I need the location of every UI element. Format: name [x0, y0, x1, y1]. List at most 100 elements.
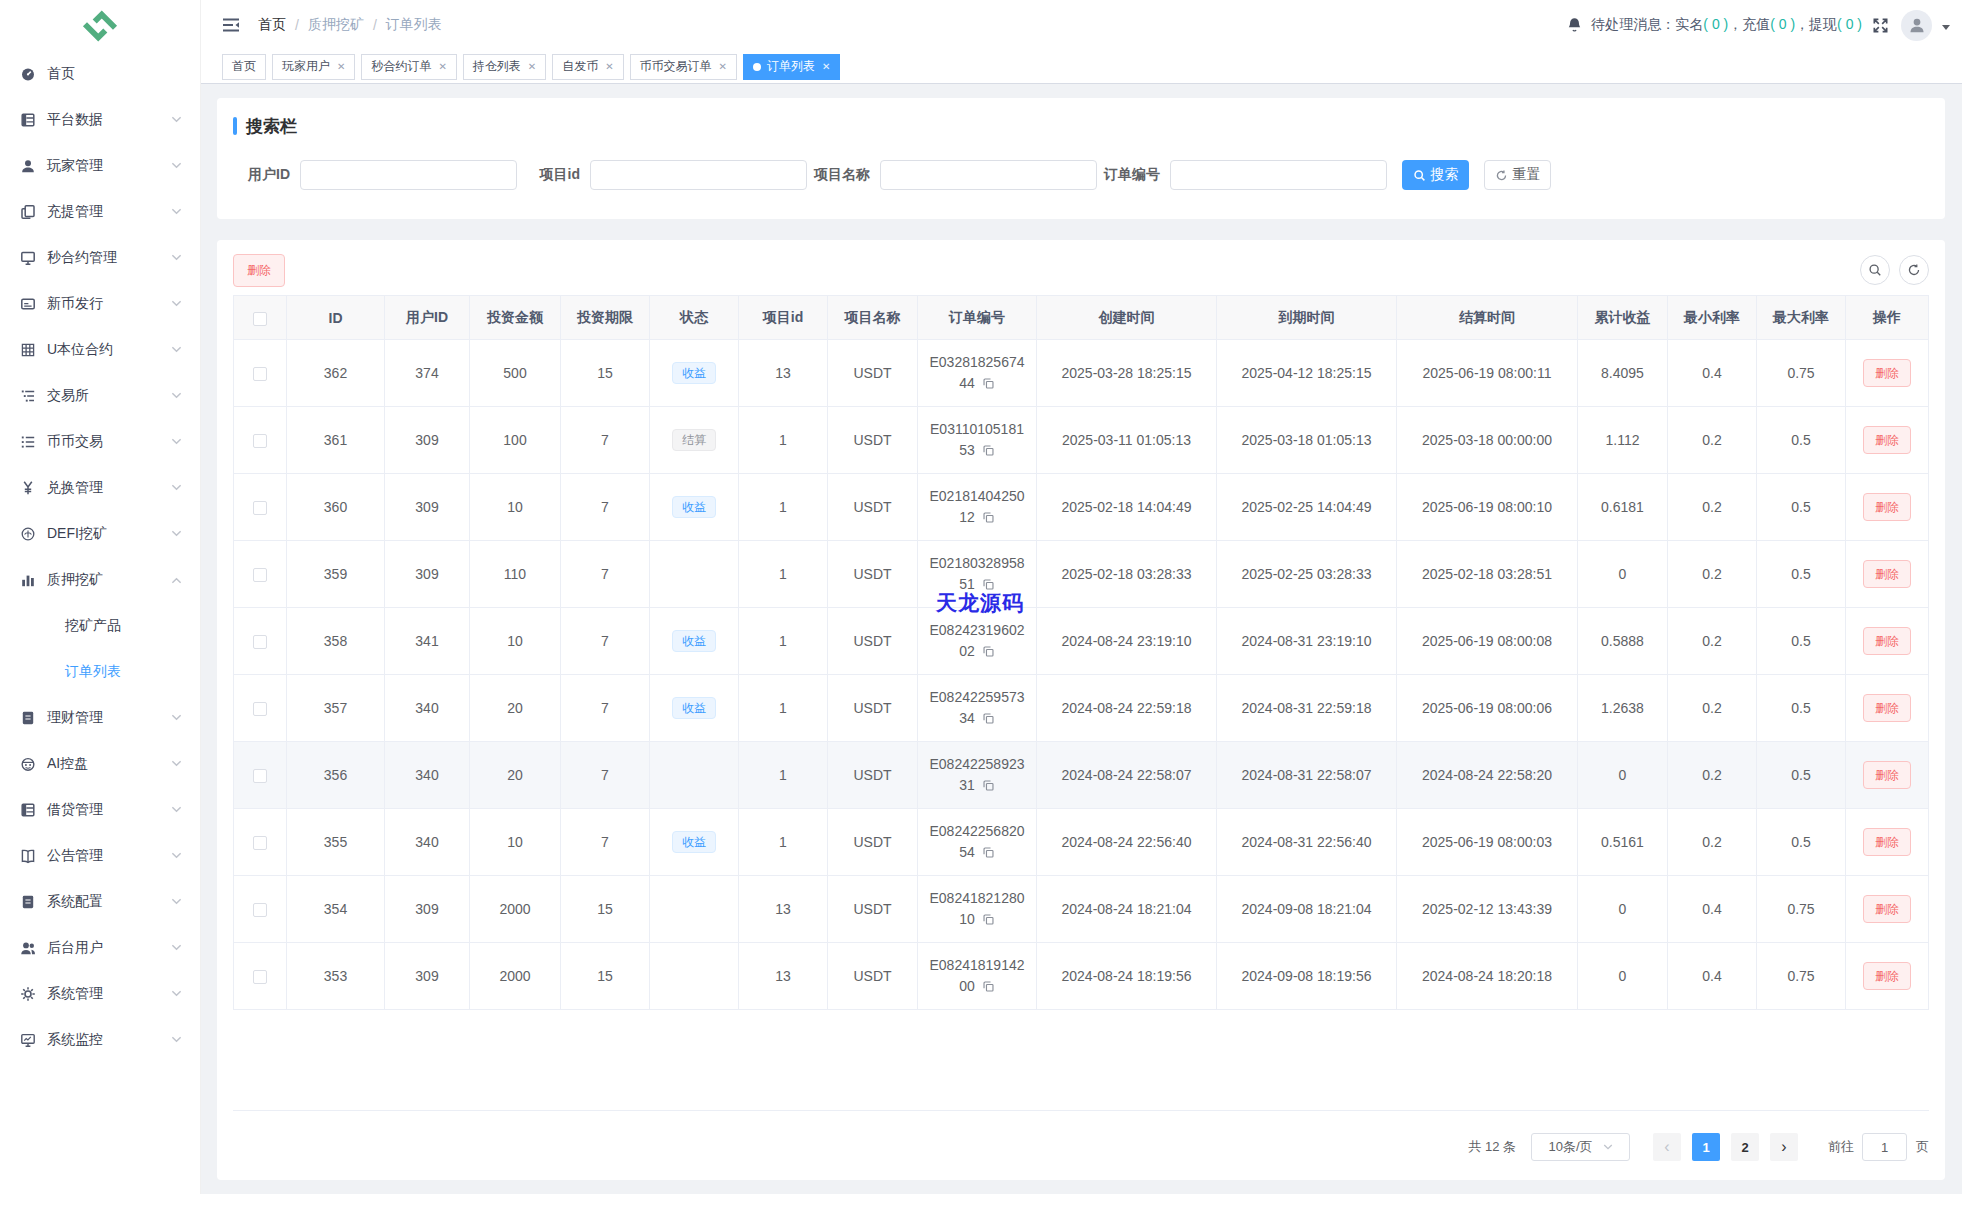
- reset-button[interactable]: 重置: [1484, 160, 1551, 190]
- sidebar-subitem-订单列表[interactable]: 订单列表: [0, 649, 200, 695]
- page-button-1[interactable]: 1: [1692, 1133, 1720, 1161]
- prev-page-button[interactable]: ‹: [1653, 1133, 1681, 1161]
- page-button-2[interactable]: 2: [1731, 1133, 1759, 1161]
- row-delete-button[interactable]: 删除: [1863, 962, 1911, 990]
- sidebar-item-质押挖矿[interactable]: 质押挖矿: [0, 557, 200, 603]
- row-checkbox[interactable]: [253, 836, 267, 850]
- copy-icon[interactable]: [982, 710, 995, 723]
- page-size-select[interactable]: 10条/页: [1531, 1133, 1630, 1161]
- table-refresh-icon[interactable]: [1899, 255, 1929, 285]
- select-all-checkbox[interactable]: [253, 312, 267, 326]
- search-button[interactable]: 搜索: [1402, 160, 1469, 190]
- row-checkbox[interactable]: [253, 635, 267, 649]
- cell-pname: USDT: [828, 608, 918, 675]
- sidebar-item-交易所[interactable]: 交易所: [0, 373, 200, 419]
- sidebar-item-AI控盘[interactable]: AI控盘: [0, 741, 200, 787]
- cell-profit: 0: [1578, 943, 1668, 1010]
- copy-icon[interactable]: [982, 978, 995, 991]
- row-delete-button[interactable]: 删除: [1863, 359, 1911, 387]
- row-delete-button[interactable]: 删除: [1863, 828, 1911, 856]
- row-checkbox[interactable]: [253, 568, 267, 582]
- row-delete-button[interactable]: 删除: [1863, 694, 1911, 722]
- tab-close-icon[interactable]: ✕: [822, 61, 830, 72]
- bell-icon[interactable]: [1566, 16, 1583, 34]
- tab-币币交易订单[interactable]: 币币交易订单✕: [630, 54, 737, 80]
- sidebar-item-充提管理[interactable]: 充提管理: [0, 189, 200, 235]
- tab-close-icon[interactable]: ✕: [719, 61, 727, 72]
- user-menu-caret-icon[interactable]: [1942, 25, 1950, 34]
- copy-icon[interactable]: [982, 643, 995, 656]
- row-checkbox[interactable]: [253, 367, 267, 381]
- tab-close-icon[interactable]: ✕: [528, 61, 536, 72]
- row-checkbox[interactable]: [253, 434, 267, 448]
- column-header-操作: 操作: [1846, 296, 1929, 340]
- tab-玩家用户[interactable]: 玩家用户 ✕: [272, 54, 355, 80]
- copy-icon[interactable]: [982, 576, 995, 589]
- sidebar-item-首页[interactable]: 首页: [0, 51, 200, 97]
- row-delete-button[interactable]: 删除: [1863, 560, 1911, 588]
- row-checkbox-cell: [234, 474, 287, 541]
- tab-close-icon[interactable]: ✕: [438, 61, 446, 72]
- row-delete-button[interactable]: 删除: [1863, 627, 1911, 655]
- copy-icon[interactable]: [982, 509, 995, 522]
- tab-close-icon[interactable]: ✕: [337, 61, 345, 72]
- cell-min-rate: 0.2: [1668, 742, 1757, 809]
- field-input-项目id[interactable]: [590, 160, 807, 190]
- sidebar-item-玩家管理[interactable]: 玩家管理: [0, 143, 200, 189]
- copy-icon[interactable]: [982, 911, 995, 924]
- tab-持仓列表[interactable]: 持仓列表✕: [463, 54, 546, 80]
- field-input-项目名称[interactable]: [880, 160, 1097, 190]
- sidebar-item-公告管理[interactable]: 公告管理: [0, 833, 200, 879]
- field-input-用户ID[interactable]: [300, 160, 517, 190]
- chevron-down-icon: [171, 112, 182, 128]
- sidebar-item-秒合约管理[interactable]: 秒合约管理: [0, 235, 200, 281]
- row-checkbox[interactable]: [253, 769, 267, 783]
- chevron-down-icon: [171, 204, 182, 220]
- sidebar-item-系统配置[interactable]: 系统配置: [0, 879, 200, 925]
- avatar[interactable]: [1901, 10, 1932, 41]
- row-delete-button[interactable]: 删除: [1863, 895, 1911, 923]
- tab-秒合约订单[interactable]: 秒合约订单✕: [361, 54, 456, 80]
- table-search-icon[interactable]: [1860, 255, 1890, 285]
- card-icon: [20, 296, 36, 312]
- sidebar-item-DEFI挖矿[interactable]: DEFI挖矿: [0, 511, 200, 557]
- tab-自发币[interactable]: 自发币✕: [552, 54, 623, 80]
- row-checkbox[interactable]: [253, 501, 267, 515]
- column-header-投资期限: 投资期限: [561, 296, 650, 340]
- sidebar-item-兑换管理[interactable]: 兑换管理: [0, 465, 200, 511]
- tab-label: 玩家用户: [282, 58, 330, 75]
- sidebar-item-系统监控[interactable]: 系统监控: [0, 1017, 200, 1063]
- next-page-button[interactable]: ›: [1770, 1133, 1798, 1161]
- row-delete-button[interactable]: 删除: [1863, 493, 1911, 521]
- bulk-delete-button[interactable]: 删除: [233, 254, 285, 287]
- copy-icon[interactable]: [982, 442, 995, 455]
- copy-icon[interactable]: [982, 777, 995, 790]
- copy-icon[interactable]: [982, 844, 995, 857]
- row-checkbox[interactable]: [253, 970, 267, 984]
- cell-status: 收益: [650, 608, 739, 675]
- breadcrumb-item[interactable]: 首页: [258, 16, 286, 34]
- sidebar-item-U本位合约[interactable]: U本位合约: [0, 327, 200, 373]
- goto-page-input[interactable]: [1862, 1133, 1907, 1161]
- copy-icon[interactable]: [982, 375, 995, 388]
- row-checkbox[interactable]: [253, 903, 267, 917]
- row-delete-button[interactable]: 删除: [1863, 426, 1911, 454]
- sidebar-item-平台数据[interactable]: 平台数据: [0, 97, 200, 143]
- tab-订单列表[interactable]: 订单列表✕: [743, 54, 840, 80]
- sidebar-item-币币交易[interactable]: 币币交易: [0, 419, 200, 465]
- sidebar-subitem-挖矿产品[interactable]: 挖矿产品: [0, 603, 200, 649]
- sidebar-item-理财管理[interactable]: 理财管理: [0, 695, 200, 741]
- field-input-订单编号[interactable]: [1170, 160, 1387, 190]
- sidebar-item-系统管理[interactable]: 系统管理: [0, 971, 200, 1017]
- tab-close-icon[interactable]: ✕: [605, 61, 613, 72]
- sidebar-item-新币发行[interactable]: 新币发行: [0, 281, 200, 327]
- row-delete-button[interactable]: 删除: [1863, 761, 1911, 789]
- sidebar-collapse-icon[interactable]: [222, 17, 240, 33]
- sidebar-item-后台用户[interactable]: 后台用户: [0, 925, 200, 971]
- cell-min-rate: 0.2: [1668, 608, 1757, 675]
- watermark: 天龙源码: [936, 589, 1024, 617]
- row-checkbox[interactable]: [253, 702, 267, 716]
- fullscreen-icon[interactable]: [1872, 17, 1889, 34]
- tab-首页[interactable]: 首页: [222, 54, 266, 80]
- sidebar-item-借贷管理[interactable]: 借贷管理: [0, 787, 200, 833]
